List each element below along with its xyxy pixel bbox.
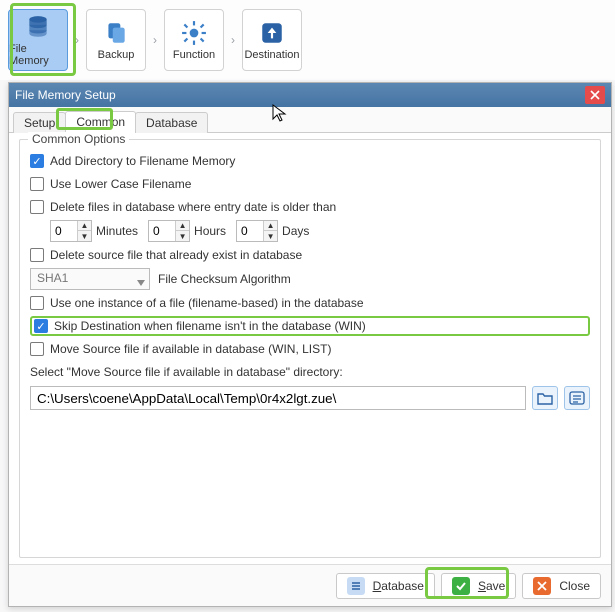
database-stack-icon <box>24 13 52 41</box>
row-add-directory: ✓ Add Directory to Filename Memory <box>30 151 590 171</box>
checkbox-label: Delete files in database where entry dat… <box>50 200 336 214</box>
unit-minutes: Minutes <box>96 224 138 238</box>
row-lowercase: Use Lower Case Filename <box>30 174 590 194</box>
row-delete-source: Delete source file that already exist in… <box>30 245 590 265</box>
save-button[interactable]: SSaveave <box>441 573 516 599</box>
checkbox-label: Skip Destination when filename isn't in … <box>54 319 366 333</box>
spin-up-icon[interactable]: ▲ <box>77 221 91 231</box>
checkbox-delete-source[interactable] <box>30 248 44 262</box>
row-path <box>30 386 590 410</box>
tab-setup[interactable]: Setup <box>13 112 66 133</box>
unit-days: Days <box>282 224 309 238</box>
gear-icon <box>180 19 208 47</box>
dialog-title: File Memory Setup <box>15 88 116 102</box>
checkbox-lowercase[interactable] <box>30 177 44 191</box>
checkbox-add-directory[interactable]: ✓ <box>30 154 44 168</box>
tab-database[interactable]: Database <box>135 112 208 133</box>
step-label: Backup <box>98 49 135 61</box>
checkbox-label: Use Lower Case Filename <box>50 177 191 191</box>
chevron-right-icon: › <box>148 33 162 47</box>
step-label: File Memory <box>9 43 67 67</box>
row-checksum: SHA1 File Checksum Algorithm <box>30 268 590 290</box>
tabs: Setup Common Database <box>9 107 611 133</box>
dialog-file-memory-setup: File Memory Setup Setup Common Database … <box>8 82 612 607</box>
fieldset-legend: Common Options <box>28 132 129 146</box>
select-value: SHA1 <box>37 271 68 285</box>
button-label: SSaveave <box>478 579 505 593</box>
button-label: DDatabaseatabase <box>373 579 424 593</box>
system-path-button[interactable] <box>564 386 590 410</box>
common-options-fieldset: Common Options ✓ Add Directory to Filena… <box>19 139 601 558</box>
database-button[interactable]: DDatabaseatabase <box>336 573 435 599</box>
row-delete-older: Delete files in database where entry dat… <box>30 197 590 217</box>
tab-common[interactable]: Common <box>65 111 136 133</box>
unit-hours: Hours <box>194 224 226 238</box>
checkbox-move-source[interactable] <box>30 342 44 356</box>
label-select-directory: Select "Move Source file if available in… <box>30 365 343 379</box>
step-backup[interactable]: Backup <box>86 9 146 71</box>
browse-folder-button[interactable] <box>532 386 558 410</box>
copy-files-icon <box>102 19 130 47</box>
spinner-days[interactable]: ▲▼ <box>236 220 278 242</box>
spin-up-icon[interactable]: ▲ <box>263 221 277 231</box>
spin-down-icon[interactable]: ▼ <box>77 231 91 241</box>
input-directory-path[interactable] <box>30 386 526 410</box>
step-function[interactable]: Function <box>164 9 224 71</box>
step-label: Function <box>173 49 215 61</box>
chevron-right-icon: › <box>226 33 240 47</box>
checkbox-label: Move Source file if available in databas… <box>50 342 331 356</box>
list-icon <box>569 391 585 405</box>
close-icon <box>533 577 551 595</box>
spinner-hours[interactable]: ▲▼ <box>148 220 190 242</box>
spinner-input[interactable] <box>237 221 263 241</box>
folder-icon <box>537 391 553 405</box>
row-one-instance: Use one instance of a file (filename-bas… <box>30 293 590 313</box>
chevron-right-icon: › <box>70 33 84 47</box>
list-icon <box>347 577 365 595</box>
checkbox-label: Delete source file that already exist in… <box>50 248 302 262</box>
spinner-input[interactable] <box>149 221 175 241</box>
chevron-down-icon <box>137 275 145 289</box>
wizard-steps: File Memory › Backup › Function › Destin… <box>0 0 615 80</box>
close-button[interactable]: Close <box>522 573 601 599</box>
select-checksum[interactable]: SHA1 <box>30 268 150 290</box>
row-select-dir-label: Select "Move Source file if available in… <box>30 362 590 382</box>
checkbox-label: Add Directory to Filename Memory <box>50 154 235 168</box>
button-label: Close <box>559 579 590 593</box>
row-delete-older-values: ▲▼ Minutes ▲▼ Hours ▲▼ Days <box>30 220 590 242</box>
checkbox-delete-older[interactable] <box>30 200 44 214</box>
dialog-footer: DDatabaseatabase SSaveave Close <box>9 564 611 606</box>
spinner-input[interactable] <box>51 221 77 241</box>
row-move-source: Move Source file if available in databas… <box>30 339 590 359</box>
step-destination[interactable]: Destination <box>242 9 302 71</box>
spinner-minutes[interactable]: ▲▼ <box>50 220 92 242</box>
checkbox-skip-destination[interactable]: ✓ <box>34 319 48 333</box>
spin-down-icon[interactable]: ▼ <box>175 231 189 241</box>
upload-icon <box>258 19 286 47</box>
checkbox-label: Use one instance of a file (filename-bas… <box>50 296 364 310</box>
select-label: File Checksum Algorithm <box>158 272 291 286</box>
row-skip-destination: ✓ Skip Destination when filename isn't i… <box>30 316 590 336</box>
check-icon <box>452 577 470 595</box>
step-label: Destination <box>244 49 299 61</box>
checkbox-one-instance[interactable] <box>30 296 44 310</box>
step-file-memory[interactable]: File Memory <box>8 9 68 71</box>
spin-up-icon[interactable]: ▲ <box>175 221 189 231</box>
spin-down-icon[interactable]: ▼ <box>263 231 277 241</box>
close-icon[interactable] <box>585 86 605 104</box>
dialog-titlebar[interactable]: File Memory Setup <box>9 83 611 107</box>
